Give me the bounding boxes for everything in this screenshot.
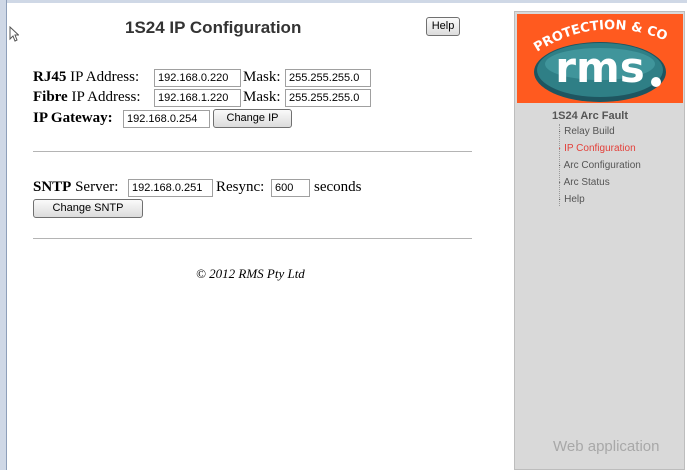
fibre-ip-input[interactable]: 192.168.1.220 xyxy=(154,89,241,107)
window-left-border xyxy=(0,0,7,470)
nav-branch-icon: · xyxy=(558,160,562,171)
nav-branch-icon: · xyxy=(558,126,562,137)
nav-item-ip-configuration[interactable]: · IP Configuration xyxy=(558,143,636,154)
nav-item-arc-configuration[interactable]: · Arc Configuration xyxy=(558,160,641,171)
rms-logo-graphic: PROTECTION & CONTROL rms xyxy=(517,14,669,102)
resync-input[interactable]: 600 xyxy=(271,179,310,197)
rj45-label: RJ45 IP Address: xyxy=(33,69,139,86)
nav-item-relay-build[interactable]: · Relay Build xyxy=(558,126,615,137)
rj45-label-bold: RJ45 xyxy=(33,69,67,85)
nav-item-label: Arc Configuration xyxy=(563,160,641,171)
sntp-label-rest: Server: xyxy=(71,179,119,195)
nav-branch-icon: · xyxy=(558,194,562,205)
fibre-mask-input[interactable]: 255.255.255.0 xyxy=(285,89,371,107)
rj45-mask-input[interactable]: 255.255.255.0 xyxy=(285,69,371,87)
fibre-mask-label: Mask: xyxy=(243,89,281,105)
nav-item-label: Relay Build xyxy=(564,126,615,137)
nav-item-label: IP Configuration xyxy=(564,143,636,154)
rj45-ip-input[interactable]: 192.168.0.220 xyxy=(154,69,241,87)
copyright-text: © 2012 RMS Pty Ltd xyxy=(196,266,305,281)
nav-item-arc-status[interactable]: · Arc Status xyxy=(558,177,610,188)
divider-2 xyxy=(33,238,472,239)
main-content: 1S24 IP Configuration Help RJ45 IP Addre… xyxy=(8,3,511,470)
fibre-label-bold: Fibre xyxy=(33,89,68,105)
divider-1 xyxy=(33,151,472,152)
resync-label: Resync: xyxy=(216,179,265,195)
page-title: 1S24 IP Configuration xyxy=(125,18,302,37)
sntp-server-input[interactable]: 192.168.0.251 xyxy=(128,179,213,197)
rj45-mask-label: Mask: xyxy=(243,69,281,85)
help-button[interactable]: Help xyxy=(426,17,460,36)
fibre-label-rest: IP Address: xyxy=(67,89,141,105)
nav-item-help[interactable]: · Help xyxy=(558,194,585,205)
nav-item-label: Help xyxy=(564,194,585,205)
fibre-label: Fibre IP Address: xyxy=(33,89,141,106)
change-sntp-button[interactable]: Change SNTP xyxy=(33,199,143,218)
nav-item-label: Arc Status xyxy=(563,177,610,188)
web-application-label: Web application xyxy=(553,438,660,455)
gateway-input[interactable]: 192.168.0.254 xyxy=(123,110,210,128)
gateway-label: IP Gateway: xyxy=(33,110,113,126)
nav-branch-icon: · xyxy=(558,143,562,154)
sntp-label-bold: SNTP xyxy=(33,179,72,195)
seconds-label: seconds xyxy=(314,179,362,195)
nav-branch-icon: · xyxy=(558,177,562,188)
rms-logo: PROTECTION & CONTROL rms xyxy=(517,14,683,103)
sntp-server-label: SNTP Server: xyxy=(33,179,118,196)
rj45-label-rest: IP Address: xyxy=(66,69,140,85)
nav-section-title: 1S24 Arc Fault xyxy=(552,110,629,122)
change-ip-button[interactable]: Change IP xyxy=(213,109,292,128)
logo-text: rms xyxy=(555,43,644,92)
